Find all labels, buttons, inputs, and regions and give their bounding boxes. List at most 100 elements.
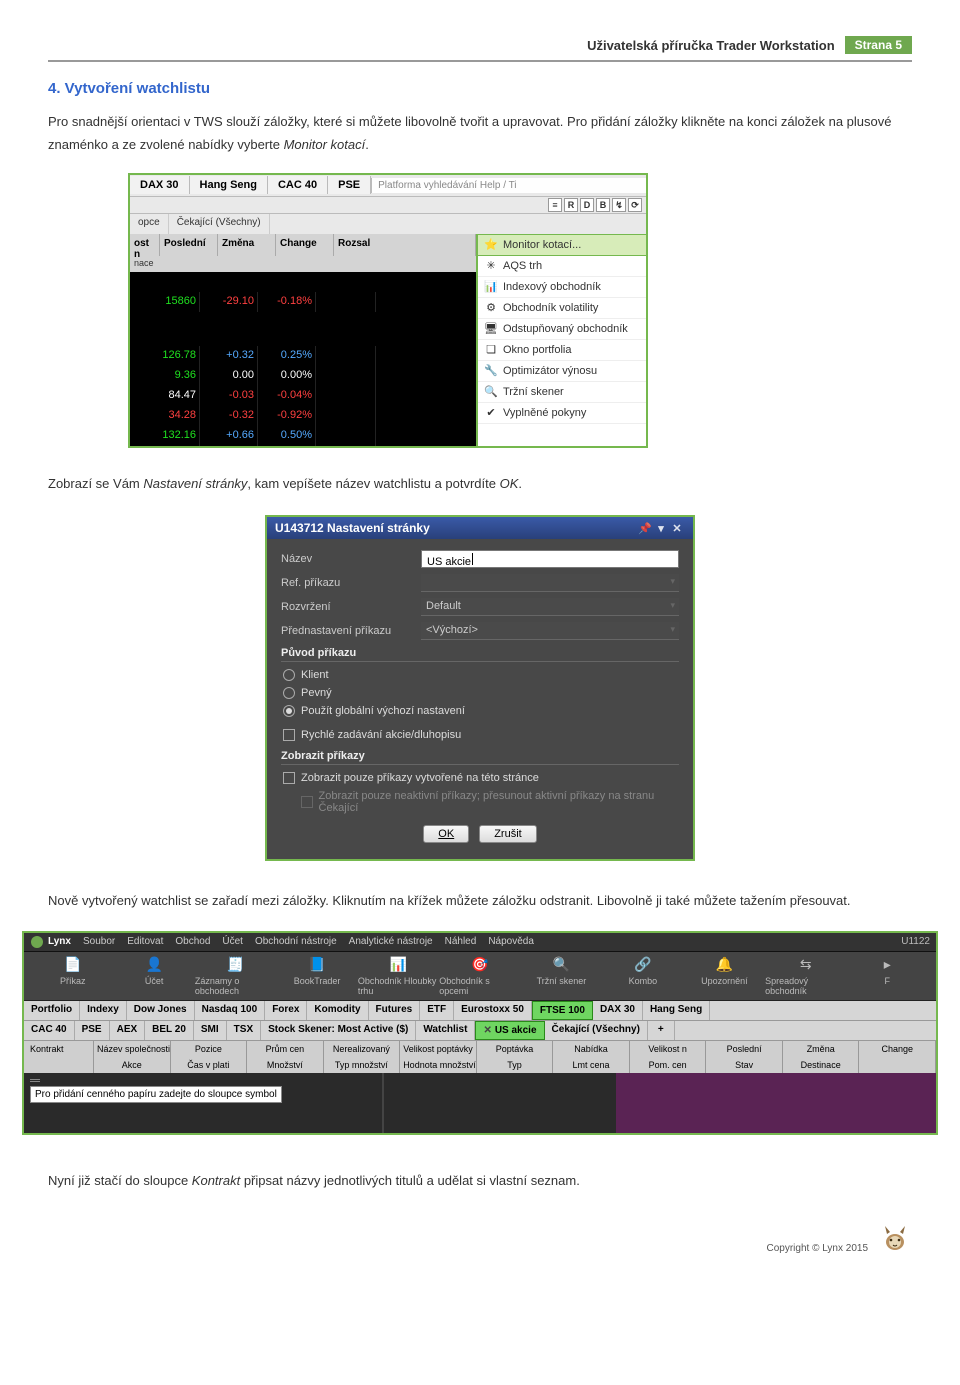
mini-btn-refresh[interactable]: ⟳ bbox=[628, 198, 642, 212]
p1-text-a: Pro snadnější orientaci v TWS slouží zál… bbox=[48, 114, 891, 152]
tab[interactable]: Indexy bbox=[80, 1001, 127, 1020]
tab[interactable]: Hang Seng bbox=[643, 1001, 710, 1020]
paragraph-1: Pro snadnější orientaci v TWS slouží zál… bbox=[48, 110, 912, 157]
mini-btn-menu[interactable]: ≡ bbox=[548, 198, 562, 212]
close-tab-icon[interactable]: ✕ bbox=[483, 1025, 491, 1036]
tab[interactable]: Nasdaq 100 bbox=[195, 1001, 266, 1020]
symbol-entry-prompt[interactable]: Pro přidání cenného papíru zadejte do sl… bbox=[30, 1086, 282, 1103]
checkbox-quick-entry[interactable]: Rychlé zadávání akcie/dluhopisu bbox=[281, 726, 679, 744]
toolbar-item[interactable]: ▸F bbox=[847, 956, 928, 996]
tab[interactable]: FTSE 100 bbox=[532, 1001, 593, 1020]
menu-item[interactable]: ⭐Monitor kotací... bbox=[478, 234, 646, 256]
toolbar-item[interactable]: 🧾 Záznamy o obchodech bbox=[195, 956, 276, 996]
grid-column-header: Prům cen bbox=[247, 1041, 324, 1057]
checkbox-show-only-page[interactable]: Zobrazit pouze příkazy vytvořené na této… bbox=[281, 769, 679, 787]
menu-analyticke-nastroje[interactable]: Analytické nástroje bbox=[349, 936, 433, 947]
menu-item-label: AQS trh bbox=[503, 260, 542, 272]
tab[interactable]: BEL 20 bbox=[145, 1021, 194, 1040]
tabs-row-2: CAC 40PSEAEXBEL 20SMITSXStock Skener: Mo… bbox=[24, 1021, 936, 1041]
radio-pevny[interactable]: Pevný bbox=[281, 684, 679, 702]
toolbar-item[interactable]: 🔍Tržní skener bbox=[521, 956, 602, 996]
p2-c: . bbox=[518, 476, 522, 491]
mini-btn-r[interactable]: R bbox=[564, 198, 578, 212]
tab[interactable]: PSE bbox=[75, 1021, 110, 1040]
grid-left: Pro přidání cenného papíru zadejte do sl… bbox=[24, 1073, 384, 1133]
data-row: 15860-29.10-0.18% bbox=[130, 292, 476, 312]
data-side: ost n Poslední Změna Change Rozsal nace … bbox=[130, 234, 476, 446]
input-nazev[interactable]: US akcie bbox=[421, 550, 679, 568]
menu-item[interactable]: ✔Vyplněné pokyny bbox=[478, 403, 646, 424]
tab[interactable]: AEX bbox=[110, 1021, 146, 1040]
data-row: 9.360.000.00% bbox=[130, 366, 476, 386]
menu-item[interactable]: 🔧Optimizátor výnosu bbox=[478, 361, 646, 382]
grid-column-header bbox=[24, 1057, 94, 1073]
toolbar-item[interactable]: 👤Účet bbox=[113, 956, 194, 996]
select-prednastaveni[interactable]: <Výchozí>▾ bbox=[421, 622, 679, 640]
mini-btn-b[interactable]: B bbox=[596, 198, 610, 212]
menu-napoveda[interactable]: Nápověda bbox=[488, 936, 534, 947]
tab[interactable]: Stock Skener: Most Active ($) bbox=[261, 1021, 416, 1040]
menu-obchodni-nastroje[interactable]: Obchodní nástroje bbox=[255, 936, 337, 947]
mini-btn-bolt[interactable]: ↯ bbox=[612, 198, 626, 212]
menu-editovat[interactable]: Editovat bbox=[127, 936, 163, 947]
menu-item[interactable]: 📊Indexový obchodník bbox=[478, 277, 646, 298]
tab[interactable]: Forex bbox=[265, 1001, 307, 1020]
pin-icon[interactable]: 📌 bbox=[637, 522, 653, 535]
grid-column-header: Stav bbox=[706, 1057, 783, 1073]
tab[interactable]: Dow Jones bbox=[127, 1001, 195, 1020]
menu-item[interactable]: 🖥Odstupňovaný obchodník bbox=[478, 319, 646, 340]
toolbar-item[interactable]: 🔔Upozornění bbox=[684, 956, 765, 996]
menu-item-icon: ❏ bbox=[484, 343, 498, 357]
grid-column-header: Hodnota množství bbox=[400, 1057, 477, 1073]
toolbar-item[interactable]: ⇆Spreadový obchodník bbox=[765, 956, 846, 996]
toolbar-item[interactable]: 📊Obchodník Hloubky trhu bbox=[358, 956, 439, 996]
add-tab-button[interactable]: + bbox=[648, 1021, 675, 1040]
select-rozvrzeni[interactable]: Default▾ bbox=[421, 598, 679, 616]
tab-cac40[interactable]: CAC 40 bbox=[268, 176, 328, 194]
tab[interactable]: Komodity bbox=[307, 1001, 368, 1020]
toolbar-icon: 🔗 bbox=[634, 956, 652, 974]
ok-button[interactable]: OK bbox=[423, 825, 469, 843]
radio-klient[interactable]: Klient bbox=[281, 666, 679, 684]
toolbar-label: Záznamy o obchodech bbox=[195, 976, 276, 996]
tab[interactable]: SMI bbox=[194, 1021, 227, 1040]
subtab-cekajici[interactable]: Čekající (Všechny) bbox=[169, 214, 270, 234]
tab[interactable]: TSX bbox=[227, 1021, 261, 1040]
radio-global[interactable]: Použít globální výchozí nastavení bbox=[281, 702, 679, 720]
menu-item[interactable]: ⚙Obchodník volatility bbox=[478, 298, 646, 319]
toolbar-icon: ⇆ bbox=[797, 956, 815, 974]
toolbar-item[interactable]: 🎯Obchodník s opcemi bbox=[439, 956, 520, 996]
tab-pse[interactable]: PSE bbox=[328, 176, 371, 194]
tab[interactable]: Portfolio bbox=[24, 1001, 80, 1020]
tab[interactable]: Eurostoxx 50 bbox=[454, 1001, 532, 1020]
close-icon[interactable]: ✕ bbox=[669, 522, 685, 535]
tab[interactable]: DAX 30 bbox=[593, 1001, 643, 1020]
tab[interactable]: Čekající (Všechny) bbox=[545, 1021, 648, 1040]
tab[interactable]: CAC 40 bbox=[24, 1021, 75, 1040]
toolbar-item[interactable]: 📘BookTrader bbox=[276, 956, 357, 996]
menu-obchod[interactable]: Obchod bbox=[175, 936, 210, 947]
cell-posledni: 132.16 bbox=[130, 426, 200, 446]
menu-item[interactable]: ❏Okno portfolia bbox=[478, 340, 646, 361]
menu-item[interactable]: 🔍Tržní skener bbox=[478, 382, 646, 403]
menu-item[interactable]: ✳AQS trh bbox=[478, 256, 646, 277]
tab-dax[interactable]: DAX 30 bbox=[130, 176, 190, 194]
toolbar-item[interactable]: 📄Příkaz bbox=[32, 956, 113, 996]
cancel-button[interactable]: Zrušit bbox=[479, 825, 537, 843]
tab[interactable]: Watchlist bbox=[416, 1021, 475, 1040]
input-ref[interactable]: ▾ bbox=[421, 574, 679, 592]
tab-hangseng[interactable]: Hang Seng bbox=[190, 176, 268, 194]
mini-btn-d[interactable]: D bbox=[580, 198, 594, 212]
menu-nahled[interactable]: Náhled bbox=[445, 936, 477, 947]
tab[interactable]: Futures bbox=[369, 1001, 421, 1020]
platform-search[interactable]: Platforma vyhledávání Help / Ti bbox=[371, 178, 646, 193]
tab-us-akcie-active[interactable]: ✕US akcie bbox=[475, 1021, 544, 1040]
toolbar-item[interactable]: 🔗Kombo bbox=[602, 956, 683, 996]
tab[interactable]: ETF bbox=[420, 1001, 454, 1020]
subtab-opce[interactable]: opce bbox=[130, 214, 169, 234]
menu-soubor[interactable]: Soubor bbox=[83, 936, 115, 947]
cell-empty bbox=[316, 406, 376, 426]
toolbar-icon: 🧾 bbox=[227, 956, 245, 974]
menu-ucet[interactable]: Účet bbox=[222, 936, 243, 947]
chevron-down-icon[interactable]: ▾ bbox=[653, 522, 669, 535]
